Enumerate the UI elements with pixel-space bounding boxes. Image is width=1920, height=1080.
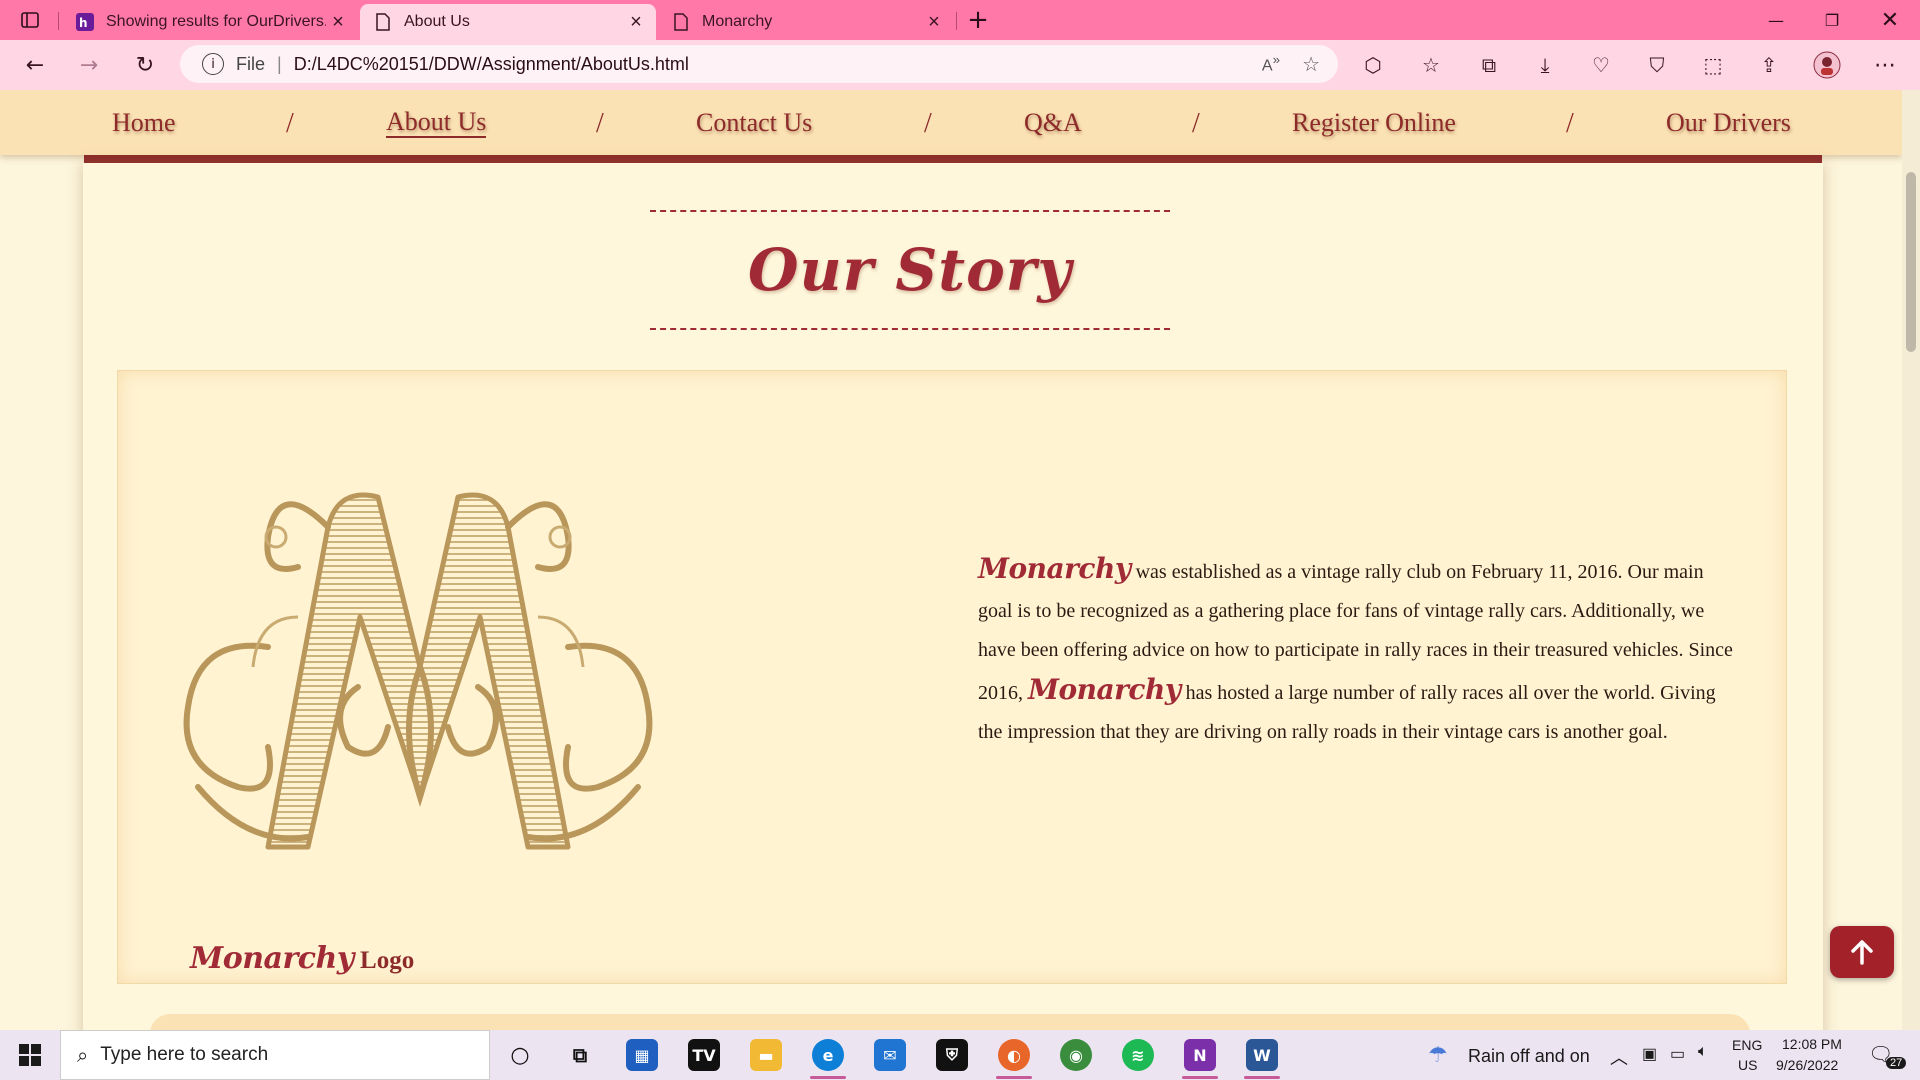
site-favicon-icon: h: [76, 13, 94, 31]
windows-taskbar: ⌕ Type here to search ○ ⧉ ▦ TV ▬ e ✉ ⛨ ◐…: [0, 1030, 1920, 1080]
volume-icon[interactable]: 🔈︎: [1698, 1043, 1708, 1061]
scrollbar-thumb[interactable]: [1906, 172, 1916, 352]
tab-monarchy[interactable]: Monarchy ×: [658, 4, 954, 40]
info-icon[interactable]: i: [202, 53, 224, 75]
defender-icon[interactable]: ⛨: [936, 1039, 968, 1071]
chrome-icon[interactable]: ◉: [1060, 1039, 1092, 1071]
downloads-icon[interactable]: ⤓: [1528, 48, 1562, 82]
story-heading-box: Our Story: [650, 210, 1170, 330]
next-section-strip: [150, 1014, 1750, 1030]
page-title: Our Story: [747, 236, 1073, 304]
nav-register-online[interactable]: Register Online: [1292, 108, 1456, 138]
nav-separator: /: [1192, 108, 1200, 139]
file-explorer-icon[interactable]: ▬: [750, 1039, 782, 1071]
page-icon: [672, 13, 690, 31]
more-icon[interactable]: ⋯: [1868, 48, 1902, 82]
notification-count-badge: 27: [1886, 1057, 1907, 1069]
nav-our-drivers[interactable]: Our Drivers: [1666, 108, 1791, 138]
nav-about-us[interactable]: About Us: [386, 108, 487, 138]
monarchy-logo: M: [158, 467, 653, 850]
mail-icon[interactable]: ✉: [874, 1039, 906, 1071]
word-icon[interactable]: W: [1246, 1039, 1278, 1071]
svg-text:h: h: [79, 16, 88, 30]
forward-icon[interactable]: →: [72, 48, 106, 82]
close-window-icon[interactable]: ✕: [1870, 6, 1910, 34]
close-icon[interactable]: ×: [326, 11, 350, 34]
health-icon[interactable]: ♡: [1584, 48, 1618, 82]
story-panel: M Monarchy was established as a vintage …: [117, 370, 1787, 984]
search-icon: ⌕: [77, 1043, 89, 1067]
favorites-icon[interactable]: ☆: [1414, 48, 1448, 82]
tab-actions-icon[interactable]: [10, 6, 50, 34]
close-icon[interactable]: ×: [624, 11, 648, 34]
cortana-icon[interactable]: ○: [504, 1039, 536, 1071]
language-secondary[interactable]: US: [1738, 1057, 1757, 1073]
brand-name: Monarchy: [190, 941, 354, 976]
read-aloud-icon[interactable]: A»: [1262, 52, 1280, 75]
onenote-icon[interactable]: N: [1184, 1039, 1216, 1071]
nav-separator: /: [286, 108, 294, 139]
scheme-label: File: [236, 53, 266, 74]
header-divider: [84, 155, 1822, 163]
spotify-icon[interactable]: ≋: [1122, 1039, 1154, 1071]
browser-toolbar: ← → ↻ i File | D:/L4DC%20151/DDW/Assignm…: [0, 40, 1920, 90]
tradingview-icon[interactable]: TV: [688, 1039, 720, 1071]
taskbar-search[interactable]: ⌕ Type here to search: [60, 1030, 490, 1080]
collections-icon[interactable]: ⧉: [1472, 48, 1506, 82]
windows-start-icon[interactable]: [14, 1039, 46, 1071]
screenshot-icon[interactable]: ⬚: [1696, 48, 1730, 82]
edge-icon[interactable]: e: [812, 1039, 844, 1071]
tab-showing-results[interactable]: h Showing results for OurDrivers.h ×: [62, 4, 358, 40]
brand-name: Monarchy: [978, 552, 1131, 585]
back-to-top-button[interactable]: [1830, 926, 1894, 978]
extensions-icon[interactable]: ⬡: [1356, 48, 1390, 82]
firefox-icon[interactable]: ◐: [998, 1039, 1030, 1071]
story-paragraph: Monarchy was established as a vintage ra…: [978, 549, 1738, 752]
logo-caption: Monarchy Logo: [190, 941, 414, 976]
nav-separator: /: [1566, 108, 1574, 139]
language-primary[interactable]: ENG: [1732, 1037, 1762, 1053]
share-icon[interactable]: ⇪: [1752, 48, 1786, 82]
minimize-icon[interactable]: —: [1756, 6, 1796, 34]
search-placeholder: Type here to search: [100, 1044, 269, 1065]
meet-now-icon[interactable]: ▣: [1642, 1044, 1657, 1064]
brand-name: Monarchy: [1028, 673, 1181, 706]
page-icon: [374, 13, 392, 31]
arrow-up-icon: [1851, 940, 1873, 965]
weather-text[interactable]: Rain off and on: [1468, 1046, 1590, 1067]
restore-icon[interactable]: ❐: [1812, 6, 1852, 34]
nav-contact-us[interactable]: Contact Us: [696, 108, 812, 138]
weather-icon[interactable]: ☂: [1428, 1042, 1448, 1068]
nav-separator: /: [924, 108, 932, 139]
clock-date[interactable]: 9/26/2022: [1776, 1057, 1838, 1073]
clock-time[interactable]: 12:08 PM: [1782, 1036, 1842, 1052]
task-view-icon[interactable]: ⧉: [564, 1039, 596, 1071]
security-icon[interactable]: ⛉: [1640, 48, 1674, 82]
svg-text:M: M: [158, 467, 159, 468]
battery-icon[interactable]: ▭: [1670, 1044, 1685, 1064]
back-icon[interactable]: ←: [18, 48, 52, 82]
tab-title: Showing results for OurDrivers.h: [106, 13, 326, 30]
tab-title: About Us: [404, 13, 470, 30]
nav-separator: /: [596, 108, 604, 139]
url-text[interactable]: D:/L4DC%20151/DDW/Assignment/AboutUs.htm…: [294, 54, 689, 75]
browser-tabstrip: h Showing results for OurDrivers.h × Abo…: [0, 0, 1920, 40]
site-nav: Home / About Us / Contact Us / Q&A / Reg…: [0, 90, 1902, 155]
tab-about-us[interactable]: About Us ×: [360, 4, 656, 40]
new-tab-button[interactable]: +: [958, 5, 998, 35]
favorite-add-icon[interactable]: ☆: [1302, 52, 1320, 77]
nav-qa[interactable]: Q&A: [1024, 108, 1082, 138]
profile-avatar[interactable]: [1810, 48, 1844, 82]
tab-title: Monarchy: [702, 13, 773, 30]
close-icon[interactable]: ×: [922, 11, 946, 34]
web-page: Home / About Us / Contact Us / Q&A / Reg…: [0, 90, 1920, 1030]
logo-caption-text: Logo: [360, 947, 415, 974]
store-icon[interactable]: ▦: [626, 1039, 658, 1071]
chevron-up-icon[interactable]: ︿: [1610, 1044, 1628, 1070]
refresh-icon[interactable]: ↻: [128, 48, 162, 82]
nav-home[interactable]: Home: [112, 108, 176, 138]
address-bar[interactable]: i File | D:/L4DC%20151/DDW/Assignment/Ab…: [180, 45, 1338, 83]
